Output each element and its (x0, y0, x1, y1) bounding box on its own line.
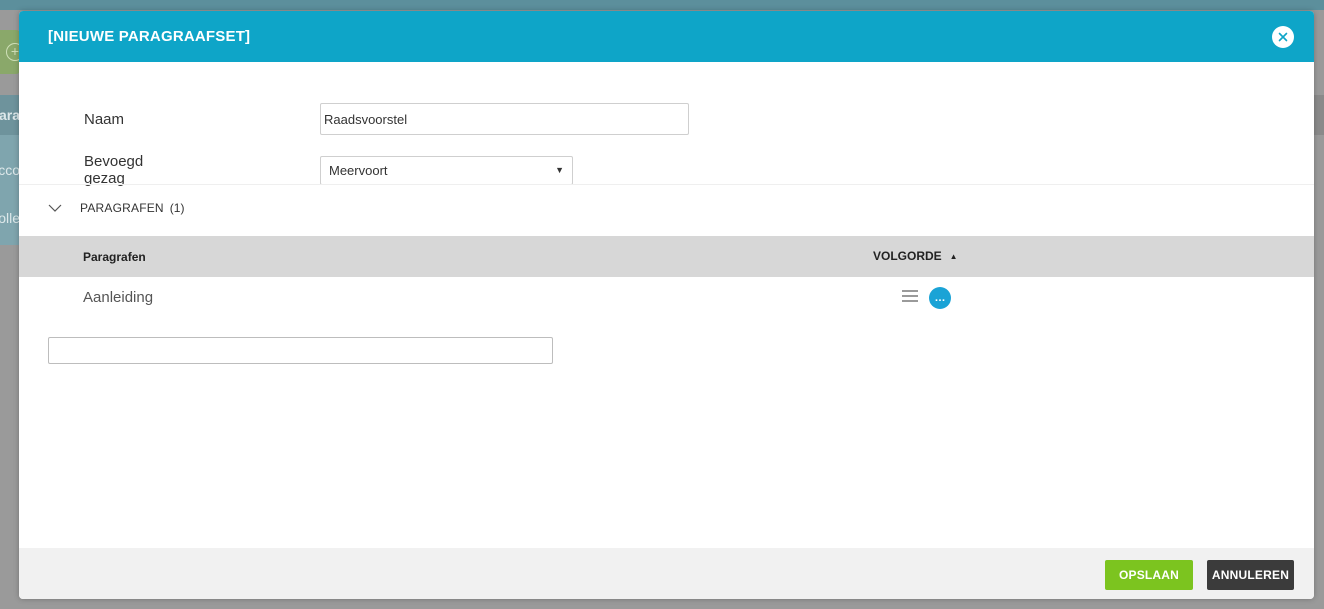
close-icon (1278, 32, 1288, 41)
authority-select-value: Meervoort (329, 162, 388, 178)
table-header: Paragrafen VOLGORDE ▲ (19, 236, 1314, 277)
section-count: (1) (169, 201, 185, 215)
paragraphs-section-toggle[interactable]: PARAGRAFEN (1) (48, 201, 184, 215)
dialog-footer: OPSLAAN ANNULEREN (19, 548, 1314, 599)
sort-ascending-icon: ▲ (949, 251, 958, 261)
drag-handle-icon[interactable] (902, 290, 918, 304)
dialog-title: [NIEUWE PARAGRAAFSET] (48, 28, 251, 45)
paragraph-set-dialog: [NIEUWE PARAGRAAFSET] Naam Bevoegd gezag… (19, 11, 1314, 599)
section-title: PARAGRAFEN (80, 201, 164, 215)
background-sidebar-item: Acco (0, 162, 20, 178)
section-divider (19, 184, 1314, 185)
chevron-down-icon (48, 204, 62, 212)
cancel-button[interactable]: ANNULEREN (1207, 560, 1294, 590)
column-header-volgorde-label: VOLGORDE (873, 249, 942, 263)
column-header-volgorde[interactable]: VOLGORDE ▲ (873, 249, 958, 263)
save-button[interactable]: OPSLAAN (1105, 560, 1193, 590)
dialog-header: [NIEUWE PARAGRAAFSET] (19, 11, 1314, 62)
column-header-paragrafen: Paragrafen (83, 250, 146, 264)
close-button[interactable] (1272, 25, 1294, 48)
background-add-button: + (0, 30, 24, 74)
paragraph-name: Aanleiding (83, 289, 154, 306)
authority-label: Bevoegd gezag (84, 153, 144, 187)
authority-select[interactable]: Meervoort ▼ (320, 155, 573, 185)
name-input[interactable] (320, 103, 689, 135)
background-sidebar-item: Para (0, 95, 20, 135)
more-options-icon[interactable]: … (929, 287, 951, 309)
add-paragraph-input[interactable] (48, 337, 553, 364)
table-row: Aanleiding … (19, 277, 1314, 319)
dropdown-arrow-icon: ▼ (555, 165, 564, 175)
background-sidebar-item: Rolle (0, 210, 20, 226)
background-topbar (0, 0, 1324, 10)
name-label: Naam (84, 110, 125, 128)
